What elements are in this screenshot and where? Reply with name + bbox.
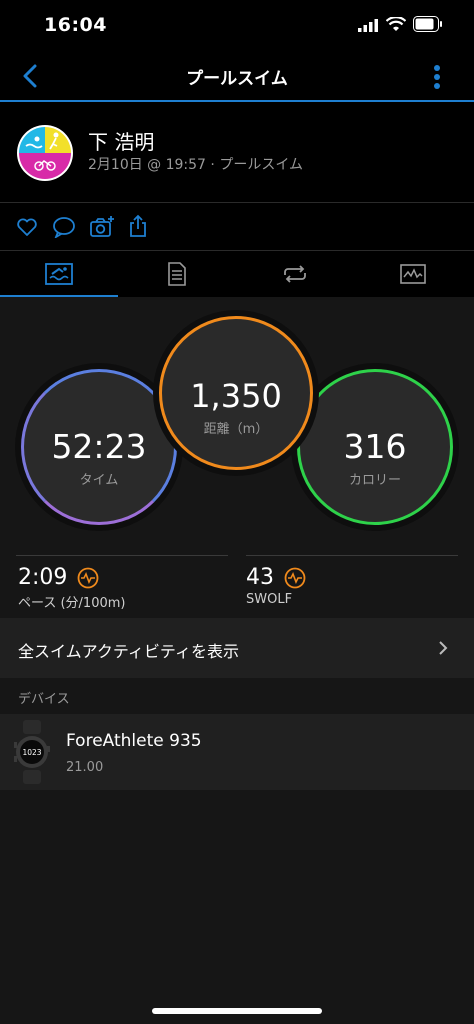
status-time: 16:04 xyxy=(44,14,107,36)
nav-bar: プールスイム xyxy=(0,50,474,102)
tab-details[interactable] xyxy=(118,251,236,297)
device-row[interactable]: 1023 ForeAthlete 935 21.00 xyxy=(0,714,474,790)
tab-laps[interactable] xyxy=(236,251,354,297)
stat-divider xyxy=(16,555,228,556)
add-photo-icon[interactable] xyxy=(89,215,115,239)
all-swim-activities-label: 全スイムアクティビティを表示 xyxy=(18,642,239,661)
distance-label: 距離（m） xyxy=(203,422,269,437)
swolf-label: SWOLF xyxy=(246,592,293,607)
charts-graph-icon xyxy=(400,264,426,284)
calories-value: 316 xyxy=(343,427,407,466)
calories-label: カロリー xyxy=(348,473,401,488)
wifi-icon xyxy=(386,17,406,31)
swolf-stat: 43 xyxy=(246,565,274,590)
activity-header: 下 浩明 2月10日 @ 19:57 · プールスイム xyxy=(0,102,474,202)
tab-overview[interactable] xyxy=(0,251,118,297)
comment-icon[interactable] xyxy=(52,216,76,238)
time-label: タイム xyxy=(79,473,119,488)
device-version: 21.00 xyxy=(66,760,104,775)
device-name: ForeAthlete 935 xyxy=(66,731,202,751)
more-vertical-icon[interactable] xyxy=(433,64,441,90)
calories-ring: 316 カロリー xyxy=(297,369,453,525)
pace-value: 2:09 xyxy=(18,565,68,590)
pace-info-icon[interactable] xyxy=(77,567,99,589)
battery-icon xyxy=(413,16,442,32)
share-icon[interactable] xyxy=(128,214,148,238)
pace-label: ペース (分/100m) xyxy=(18,596,126,611)
action-bar xyxy=(0,202,474,251)
tab-charts[interactable] xyxy=(354,251,472,297)
swim-overview-icon xyxy=(45,263,73,285)
details-document-icon xyxy=(168,262,186,286)
devices-section-label: デバイス xyxy=(18,692,70,707)
home-indicator[interactable] xyxy=(152,1008,322,1014)
swolf-value: 43 xyxy=(246,565,274,590)
laps-repeat-icon xyxy=(284,265,306,283)
stat-divider xyxy=(246,555,458,556)
like-heart-icon[interactable] xyxy=(16,217,38,237)
activity-subtitle: 2月10日 @ 19:57 · プールスイム xyxy=(88,157,304,173)
time-value: 52:23 xyxy=(51,427,147,466)
tab-bar xyxy=(0,250,474,297)
watch-image: 1023 xyxy=(14,720,50,784)
swolf-info-icon[interactable] xyxy=(284,567,306,589)
all-swim-activities-row[interactable]: 全スイムアクティビティを表示 xyxy=(0,618,474,678)
page-title: プールスイム xyxy=(186,69,288,89)
chevron-right-icon xyxy=(439,641,448,655)
user-name: 下 浩明 xyxy=(88,130,155,154)
signal-icon xyxy=(358,19,378,32)
distance-ring: 1,350 距離（m） xyxy=(159,316,313,470)
distance-value: 1,350 xyxy=(190,377,282,415)
triathlon-avatar-icon[interactable] xyxy=(16,124,74,182)
watch-face-time: 1023 xyxy=(22,748,41,757)
status-bar: 16:04 xyxy=(0,0,474,50)
pace-stat: 2:09 xyxy=(18,565,67,590)
